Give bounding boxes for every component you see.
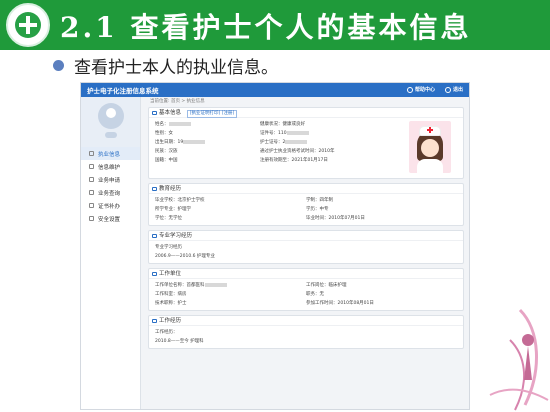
field-post: 工作岗位：临床护理 xyxy=(306,283,347,288)
sidebar-item-business-query[interactable]: 业务查询 xyxy=(81,186,140,199)
slide-title: 2.1 查看护士个人的基本信息 xyxy=(60,11,472,44)
id-card-icon xyxy=(152,111,157,115)
book-icon xyxy=(152,234,157,238)
field-work-start: 参加工作时间：2010年08月01日 xyxy=(306,301,374,306)
field-duration: 学制：四年制 xyxy=(306,198,333,203)
field-degree: 学位：无学位 xyxy=(155,216,182,221)
bullet-text: 查看护士本人的执业信息。 xyxy=(74,58,278,78)
form-icon xyxy=(89,177,94,182)
username-placeholder xyxy=(105,132,117,138)
briefcase-icon xyxy=(152,319,157,323)
field-graduation: 毕业时间：2010年07月01日 xyxy=(306,216,365,221)
work-history-panel: 工作经历 工作经历： 2010.8——至今 护理科 xyxy=(148,315,464,349)
sidebar-item-practice-info[interactable]: 执业信息 xyxy=(81,147,140,160)
search-icon xyxy=(89,190,94,195)
slide-header: 2.1 查看护士个人的基本信息 xyxy=(0,0,550,50)
work-unit-panel: 工作单位 工作单位名称：首都医科 工作岗位：临床护理 工作科室：病房 职务：无 … xyxy=(148,268,464,311)
bullet-icon xyxy=(53,60,64,71)
building-icon xyxy=(152,272,157,276)
avatar xyxy=(98,103,124,129)
field-valid-until: 注册有效期至：2021年01月17日 xyxy=(260,158,328,163)
hospital-logo-icon xyxy=(6,3,50,47)
field-department: 工作科室：病房 xyxy=(155,292,187,297)
lock-icon xyxy=(89,216,94,221)
field-health: 健康状况：健康或良好 xyxy=(260,122,305,127)
logout-link[interactable]: 退出 xyxy=(444,86,463,93)
decorative-figure-icon xyxy=(489,308,549,411)
basic-info-panel: 基本信息 [执业证明打印] [注册] 姓名： 性别：女 出生日期：19 民族：汉… xyxy=(148,107,464,179)
field-major: 所学专业：护理学 xyxy=(155,207,191,212)
field-ethnicity: 民族：汉族 xyxy=(155,149,178,154)
field-unit-name: 工作单位名称：首都医科 xyxy=(155,281,306,290)
help-icon xyxy=(406,86,413,93)
sidebar-item-certificate-reissue[interactable]: 证书补办 xyxy=(81,199,140,212)
study-history-panel: 专业学习经历 专业学习经历 2006.9——2010.6 护理专业 xyxy=(148,230,464,264)
system-screenshot: 护士电子化注册信息系统 帮助中心 退出 执业信息 信息维护 业务申请 业务查询 … xyxy=(80,82,470,410)
system-topbar: 护士电子化注册信息系统 帮助中心 退出 xyxy=(81,83,469,97)
user-avatar-area xyxy=(81,97,140,147)
doc-icon xyxy=(89,151,94,156)
panel-header: 工作单位 xyxy=(149,269,463,279)
system-title: 护士电子化注册信息系统 xyxy=(87,87,159,95)
field-id-number: 证件号：110 xyxy=(260,129,365,138)
field-exam-time: 通过护士执业资格考试时间：2010年 xyxy=(260,149,335,154)
sidebar-item-security[interactable]: 安全设置 xyxy=(81,212,140,225)
panel-header: 基本信息 [执业证明打印] [注册] xyxy=(149,108,463,118)
logout-icon xyxy=(444,86,451,93)
sidebar-item-business-apply[interactable]: 业务申请 xyxy=(81,173,140,186)
field-nationality: 国籍：中国 xyxy=(155,158,178,163)
field-name: 姓名： xyxy=(155,120,260,129)
education-icon xyxy=(152,187,157,191)
panel-header: 工作经历 xyxy=(149,316,463,326)
field-position: 职务：无 xyxy=(306,292,324,297)
work-label: 工作经历： xyxy=(155,330,178,335)
sidebar: 执业信息 信息维护 业务申请 业务查询 证书补办 安全设置 xyxy=(81,97,141,409)
breadcrumb: 当前位置: 首页 > 执业信息 xyxy=(150,99,205,104)
panel-header: 教育经历 xyxy=(149,184,463,194)
work-entry: 2010.8——至今 护理科 xyxy=(155,339,204,344)
study-label: 专业学习经历 xyxy=(155,245,182,250)
study-entry: 2006.9——2010.6 护理专业 xyxy=(155,254,215,259)
print-certificate-link[interactable]: [执业证明打印] [注册] xyxy=(186,110,238,118)
sidebar-item-info-maintenance[interactable]: 信息维护 xyxy=(81,160,140,173)
certificate-icon xyxy=(89,203,94,208)
field-title: 技术职称：护士 xyxy=(155,301,187,306)
field-school: 毕业学校：北京护士学校 xyxy=(155,198,205,203)
nurse-photo xyxy=(409,121,451,173)
help-link[interactable]: 帮助中心 xyxy=(406,86,435,93)
education-panel: 教育经历 毕业学校：北京护士学校 学制：四年制 所学专业：护理学 学历：中专 学… xyxy=(148,183,464,226)
edit-icon xyxy=(89,164,94,169)
field-gender: 性别：女 xyxy=(155,131,173,136)
field-nurse-cert: 护士证号：2 xyxy=(260,138,365,147)
field-birthdate: 出生日期：19 xyxy=(155,138,260,147)
main-content: 当前位置: 首页 > 执业信息 基本信息 [执业证明打印] [注册] 姓名： 性… xyxy=(143,97,469,409)
panel-header: 专业学习经历 xyxy=(149,231,463,241)
field-education: 学历：中专 xyxy=(306,207,329,212)
